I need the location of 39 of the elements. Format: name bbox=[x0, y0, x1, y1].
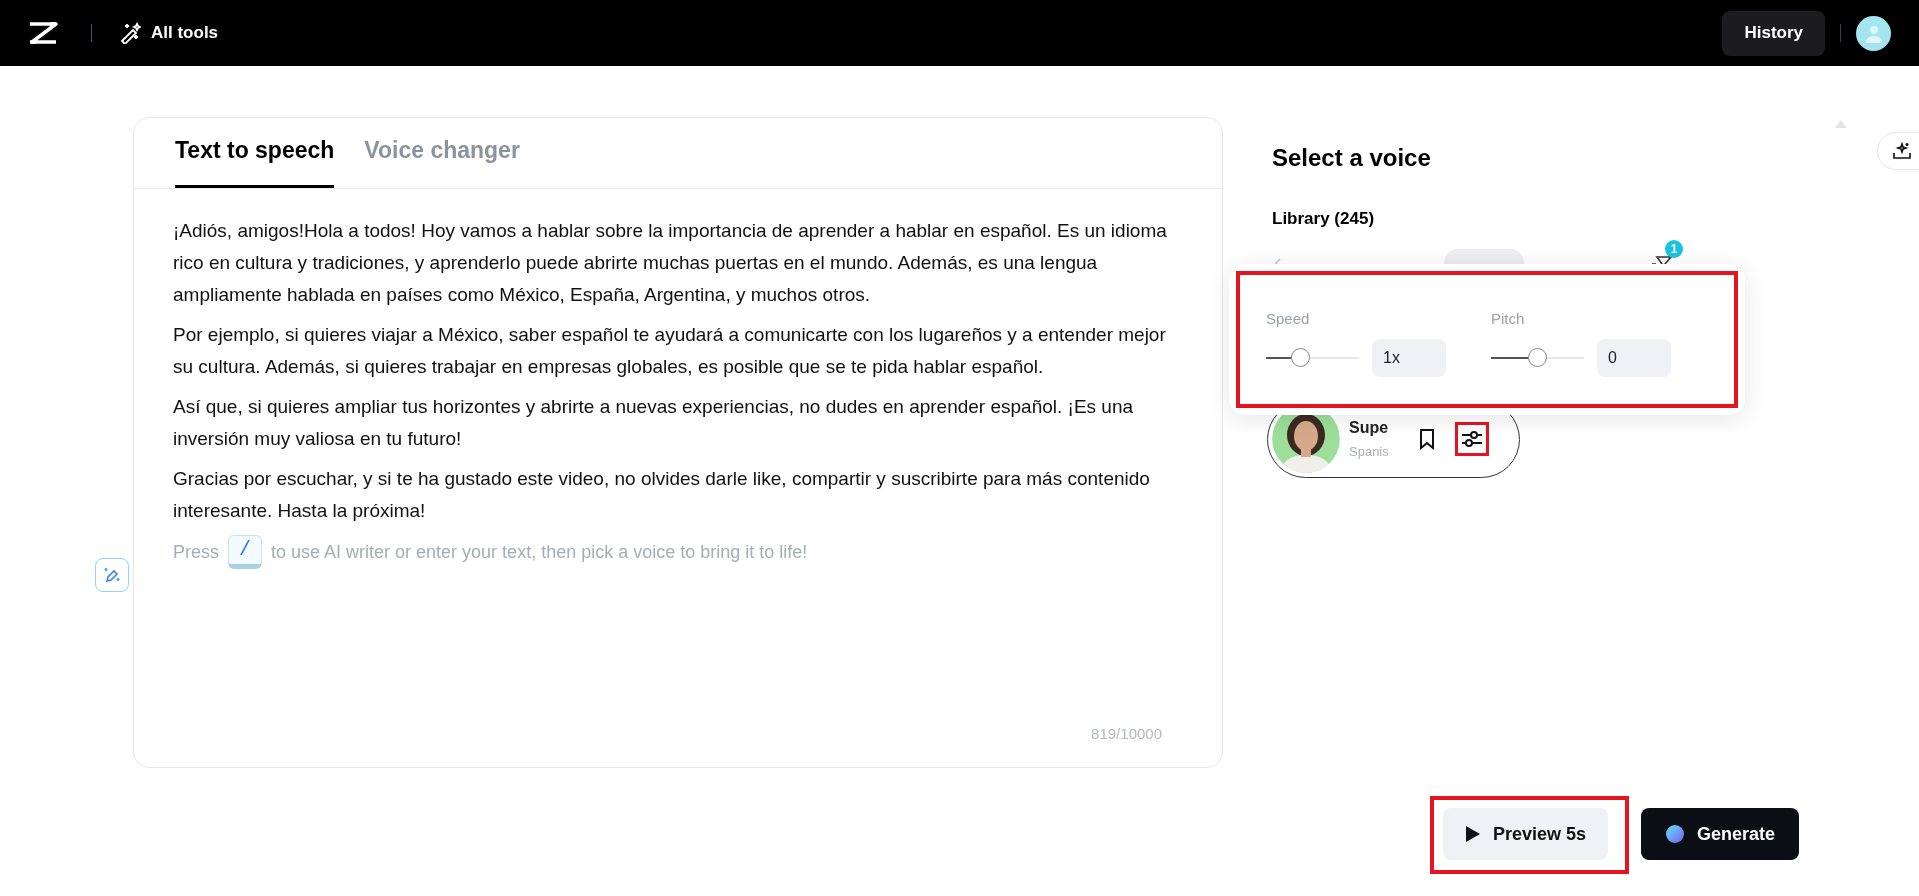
slider-label: Pitch bbox=[1491, 309, 1526, 329]
text-paragraph: Gracias por escuchar, y si te ha gustado este video, no olvides darle like, compartir y suscribirte para más contenido interesante. Hasta la próxima! bbox=[173, 467, 1151, 523]
sparkle-icon bbox=[1892, 142, 1912, 160]
slider-thumb[interactable] bbox=[1528, 347, 1547, 367]
hint-text: to use AI writer or enter your text, then pick a voice to bring it to life! bbox=[271, 541, 808, 564]
slider-thumb[interactable] bbox=[1291, 347, 1311, 367]
value-field[interactable]: 1x bbox=[1372, 338, 1446, 377]
history-button[interactable]: History bbox=[1722, 10, 1825, 56]
text-paragraph: Así que, si quieres ampliar tus horizontes y abrirte a nuevas experiencias, no dudes en aprender español. ¡Es una inversión muy valiosa en tu futuro! bbox=[173, 395, 1135, 451]
ai-pen-icon bbox=[103, 566, 121, 584]
all-tools-button[interactable]: All tools bbox=[119, 20, 219, 46]
notification-badge: 1 bbox=[1665, 239, 1683, 258]
tab[interactable]: Text to speech bbox=[175, 132, 335, 188]
voice-name: Supe bbox=[1349, 418, 1390, 439]
voice-language: Spanis bbox=[1349, 443, 1390, 462]
ai-writer-button[interactable] bbox=[95, 558, 129, 592]
floating-button[interactable] bbox=[1877, 132, 1919, 170]
preview-button[interactable]: Preview 5s bbox=[1443, 808, 1609, 860]
play-icon bbox=[1465, 825, 1481, 843]
value-field[interactable]: 0 bbox=[1597, 338, 1671, 377]
character-counter: 819/10000 bbox=[1091, 723, 1162, 744]
slider-track[interactable] bbox=[1491, 347, 1584, 368]
avatar[interactable] bbox=[1856, 15, 1891, 51]
text-paragraph: Por ejemplo, si quieres viajar a México, saber español te ayudará a comunicarte con los lugareños y a entender mejor su cultura. Además, si quieres trabajar en empresas globales, es posible que se te pida hablar español. bbox=[173, 323, 1167, 379]
slash-key: / bbox=[228, 535, 262, 569]
voice-settings-button[interactable] bbox=[1455, 422, 1489, 456]
orb-icon bbox=[1665, 824, 1686, 844]
slider-track[interactable] bbox=[1266, 347, 1359, 368]
generate-button[interactable]: Generate bbox=[1641, 808, 1800, 860]
library-heading: Library (245) bbox=[1272, 208, 1376, 230]
logo-icon[interactable] bbox=[28, 21, 58, 45]
hint-text: Press bbox=[173, 541, 219, 564]
slider-label: Speed bbox=[1266, 309, 1311, 329]
wand-icon bbox=[119, 22, 141, 44]
person-icon bbox=[1863, 23, 1884, 43]
bookmark-icon[interactable] bbox=[1417, 428, 1437, 450]
sliders-icon bbox=[1461, 429, 1483, 449]
panel-title: Select a voice bbox=[1272, 143, 1432, 173]
text-paragraph: ¡Adiós, amigos!Hola a todos! Hoy vamos a hablar sobre la importancia de aprender a hablar en español. Es un idioma rico en cultura y tradiciones, y aprenderlo puede abrirte muchas puertas en el mundo. Además, es una lengua ampliamente hablada en países como México, España, Argentina, y muchos otros. bbox=[173, 219, 1168, 307]
